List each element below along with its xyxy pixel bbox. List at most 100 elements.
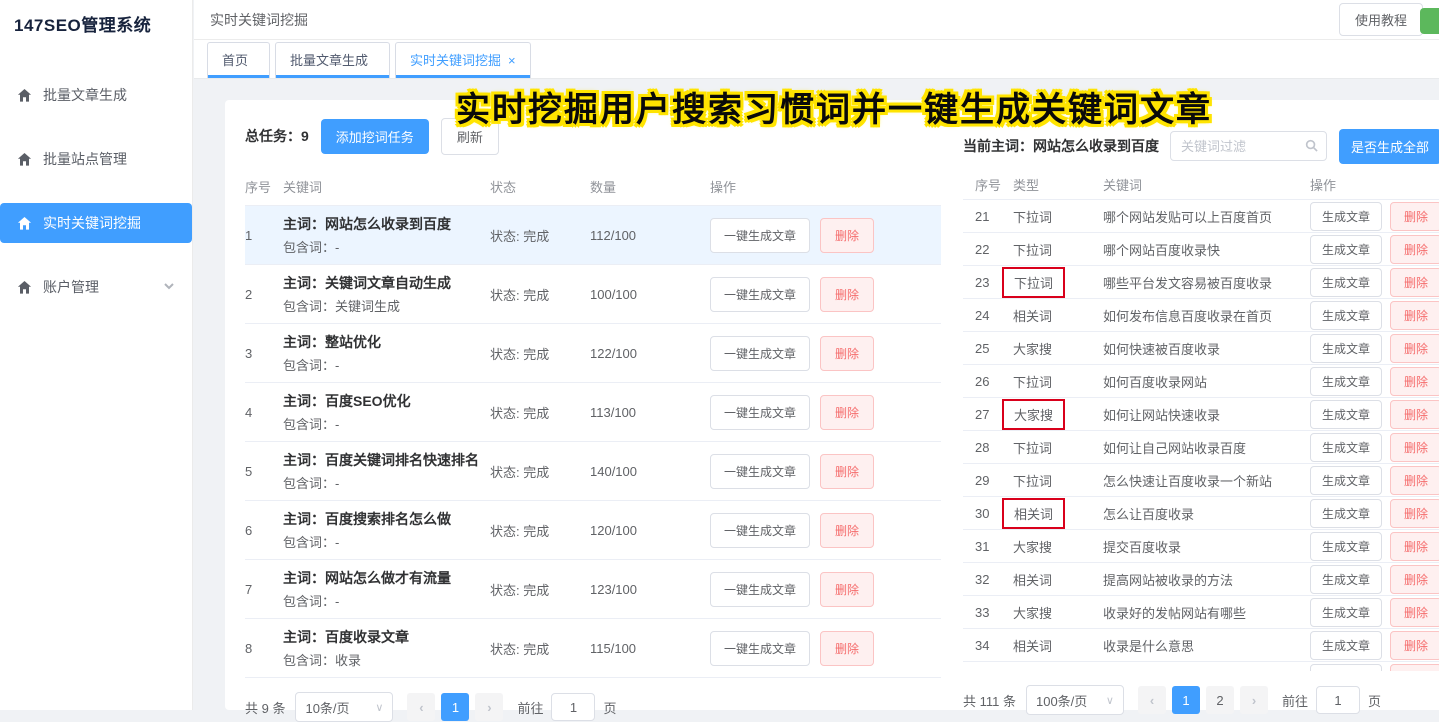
page-size-select[interactable]: 100条/页 ∨ [1026, 685, 1124, 715]
generate-article-button[interactable]: 一键生成文章 [710, 218, 810, 253]
generate-article-button[interactable]: 一键生成文章 [710, 572, 810, 607]
table-row[interactable]: 26 下拉词 如何百度收录网站 生成文章 删除 [963, 365, 1439, 398]
delete-button[interactable]: 删除 [820, 277, 874, 312]
sidebar-item[interactable]: 实时关键词挖掘 [0, 203, 192, 243]
generate-all-button[interactable]: 是否生成全部 [1339, 129, 1439, 164]
col-actions: 操作 [710, 177, 941, 196]
tab[interactable]: 首页 [207, 42, 270, 78]
delete-button[interactable]: 删除 [820, 336, 874, 371]
table-row[interactable]: 3 主词：整站优化 包含词：- 状态: 完成 122/100 一键生成文章 删除 [245, 324, 941, 383]
row-status: 状态: 完成 [490, 403, 590, 422]
table-row[interactable]: 31 大家搜 提交百度收录 生成文章 删除 [963, 530, 1439, 563]
delete-button[interactable]: 删除 [820, 454, 874, 489]
generate-article-button[interactable]: 生成文章 [1310, 565, 1382, 594]
table-row[interactable]: 27 大家搜 如何让网站快速收录 生成文章 删除 [963, 398, 1439, 431]
table-row[interactable]: 28 下拉词 如何让自己网站收录百度 生成文章 删除 [963, 431, 1439, 464]
delete-button[interactable]: 删除 [1390, 235, 1439, 264]
delete-button[interactable]: 删除 [820, 631, 874, 666]
generate-article-button[interactable]: 生成文章 [1310, 499, 1382, 528]
sidebar-item[interactable]: 批量站点管理 [0, 139, 192, 179]
generate-article-button[interactable]: 生成文章 [1310, 367, 1382, 396]
delete-button[interactable]: 删除 [820, 395, 874, 430]
generate-article-button[interactable]: 生成文章 [1310, 598, 1382, 627]
generate-article-button[interactable]: 一键生成文章 [710, 631, 810, 666]
tab[interactable]: 批量文章生成 [275, 42, 390, 78]
sidebar-item[interactable]: 批量文章生成 [0, 75, 192, 115]
table-row[interactable]: 32 相关词 提高网站被收录的方法 生成文章 删除 [963, 563, 1439, 596]
table-row[interactable]: 34 相关词 收录是什么意思 生成文章 删除 [963, 629, 1439, 662]
table-row[interactable]: 25 大家搜 如何快速被百度收录 生成文章 删除 [963, 332, 1439, 365]
table-row[interactable]: 2 主词：关键词文章自动生成 包含词：关键词生成 状态: 完成 100/100 … [245, 265, 941, 324]
table-row[interactable]: 33 大家搜 收录好的发帖网站有哪些 生成文章 删除 [963, 596, 1439, 629]
prev-page-button[interactable]: ‹ [407, 693, 435, 721]
delete-button[interactable]: 删除 [1390, 367, 1439, 396]
generate-article-button[interactable]: 生成文章 [1310, 202, 1382, 231]
next-page-button[interactable]: › [475, 693, 503, 721]
table-row[interactable]: 4 主词：百度SEO优化 包含词：- 状态: 完成 113/100 一键生成文章… [245, 383, 941, 442]
delete-button[interactable]: 删除 [1390, 400, 1439, 429]
current-main-keyword: 当前主词：网站怎么收录到百度 [963, 136, 1159, 156]
table-row[interactable]: 1 主词：网站怎么收录到百度 包含词：- 状态: 完成 112/100 一键生成… [245, 206, 941, 265]
generate-article-button[interactable]: 生成文章 [1310, 268, 1382, 297]
delete-button[interactable]: 删除 [1390, 268, 1439, 297]
green-action-button[interactable] [1420, 8, 1439, 34]
table-row[interactable]: 23 下拉词 哪些平台发文容易被百度收录 生成文章 删除 [963, 266, 1439, 299]
generate-article-button[interactable]: 生成文章 [1310, 334, 1382, 363]
table-row[interactable]: 22 下拉词 哪个网站百度收录快 生成文章 删除 [963, 233, 1439, 266]
row-status: 状态: 完成 [490, 580, 590, 599]
delete-button[interactable]: 删除 [1390, 565, 1439, 594]
col-no: 序号 [245, 177, 283, 196]
tab[interactable]: 实时关键词挖掘× [395, 42, 531, 78]
generate-article-button[interactable]: 一键生成文章 [710, 395, 810, 430]
delete-button[interactable]: 删除 [1390, 202, 1439, 231]
delete-button[interactable]: 删除 [1390, 664, 1439, 672]
delete-button[interactable]: 删除 [820, 218, 874, 253]
delete-button[interactable]: 删除 [1390, 466, 1439, 495]
delete-button[interactable]: 删除 [1390, 532, 1439, 561]
generate-article-button[interactable]: 生成文章 [1310, 466, 1382, 495]
table-row[interactable]: 29 下拉词 怎么快速让百度收录一个新站 生成文章 删除 [963, 464, 1439, 497]
page-number[interactable]: 1 [441, 693, 469, 721]
add-task-button[interactable]: 添加挖词任务 [321, 119, 429, 154]
table-row[interactable]: 8 主词：百度收录文章 包含词：收录 状态: 完成 115/100 一键生成文章… [245, 619, 941, 678]
table-row[interactable]: 35 下拉词 新站百度秒收录 生成文章 删除 [963, 662, 1439, 671]
table-row[interactable]: 30 相关词 怎么让百度收录 生成文章 删除 [963, 497, 1439, 530]
generate-article-button[interactable]: 一键生成文章 [710, 277, 810, 312]
generate-article-button[interactable]: 生成文章 [1310, 301, 1382, 330]
row-status: 状态: 完成 [490, 639, 590, 658]
keyword-filter-input[interactable] [1170, 131, 1327, 161]
generate-article-button[interactable]: 生成文章 [1310, 433, 1382, 462]
generate-article-button[interactable]: 生成文章 [1310, 400, 1382, 429]
delete-button[interactable]: 删除 [1390, 433, 1439, 462]
generate-article-button[interactable]: 一键生成文章 [710, 454, 810, 489]
delete-button[interactable]: 删除 [820, 513, 874, 548]
table-row[interactable]: 21 下拉词 哪个网站发贴可以上百度首页 生成文章 删除 [963, 200, 1439, 233]
goto-page-input[interactable] [551, 693, 595, 721]
row-count: 115/100 [590, 641, 710, 656]
sidebar: 147SEO管理系统 批量文章生成 批量站点管理 [0, 0, 193, 710]
generate-article-button[interactable]: 生成文章 [1310, 631, 1382, 660]
generate-article-button[interactable]: 生成文章 [1310, 532, 1382, 561]
col-keyword: 关键词 [1103, 175, 1310, 194]
close-icon[interactable]: × [508, 53, 516, 68]
tutorial-button[interactable]: 使用教程 [1339, 3, 1423, 36]
sidebar-item[interactable]: 账户管理 [0, 267, 192, 307]
table-row[interactable]: 5 主词：百度关键词排名快速排名 包含词：- 状态: 完成 140/100 一键… [245, 442, 941, 501]
table-row[interactable]: 7 主词：网站怎么做才有流量 包含词：- 状态: 完成 123/100 一键生成… [245, 560, 941, 619]
row-no: 6 [245, 523, 283, 538]
row-status: 状态: 完成 [490, 521, 590, 540]
generate-article-button[interactable]: 生成文章 [1310, 664, 1382, 672]
generate-article-button[interactable]: 生成文章 [1310, 235, 1382, 264]
table-row[interactable]: 6 主词：百度搜索排名怎么做 包含词：- 状态: 完成 120/100 一键生成… [245, 501, 941, 560]
delete-button[interactable]: 删除 [1390, 301, 1439, 330]
delete-button[interactable]: 删除 [1390, 598, 1439, 627]
delete-button[interactable]: 删除 [820, 572, 874, 607]
row-no: 3 [245, 346, 283, 361]
table-row[interactable]: 24 相关词 如何发布信息百度收录在首页 生成文章 删除 [963, 299, 1439, 332]
delete-button[interactable]: 删除 [1390, 499, 1439, 528]
delete-button[interactable]: 删除 [1390, 334, 1439, 363]
delete-button[interactable]: 删除 [1390, 631, 1439, 660]
page-size-select[interactable]: 10条/页 ∨ [295, 692, 393, 722]
generate-article-button[interactable]: 一键生成文章 [710, 513, 810, 548]
generate-article-button[interactable]: 一键生成文章 [710, 336, 810, 371]
